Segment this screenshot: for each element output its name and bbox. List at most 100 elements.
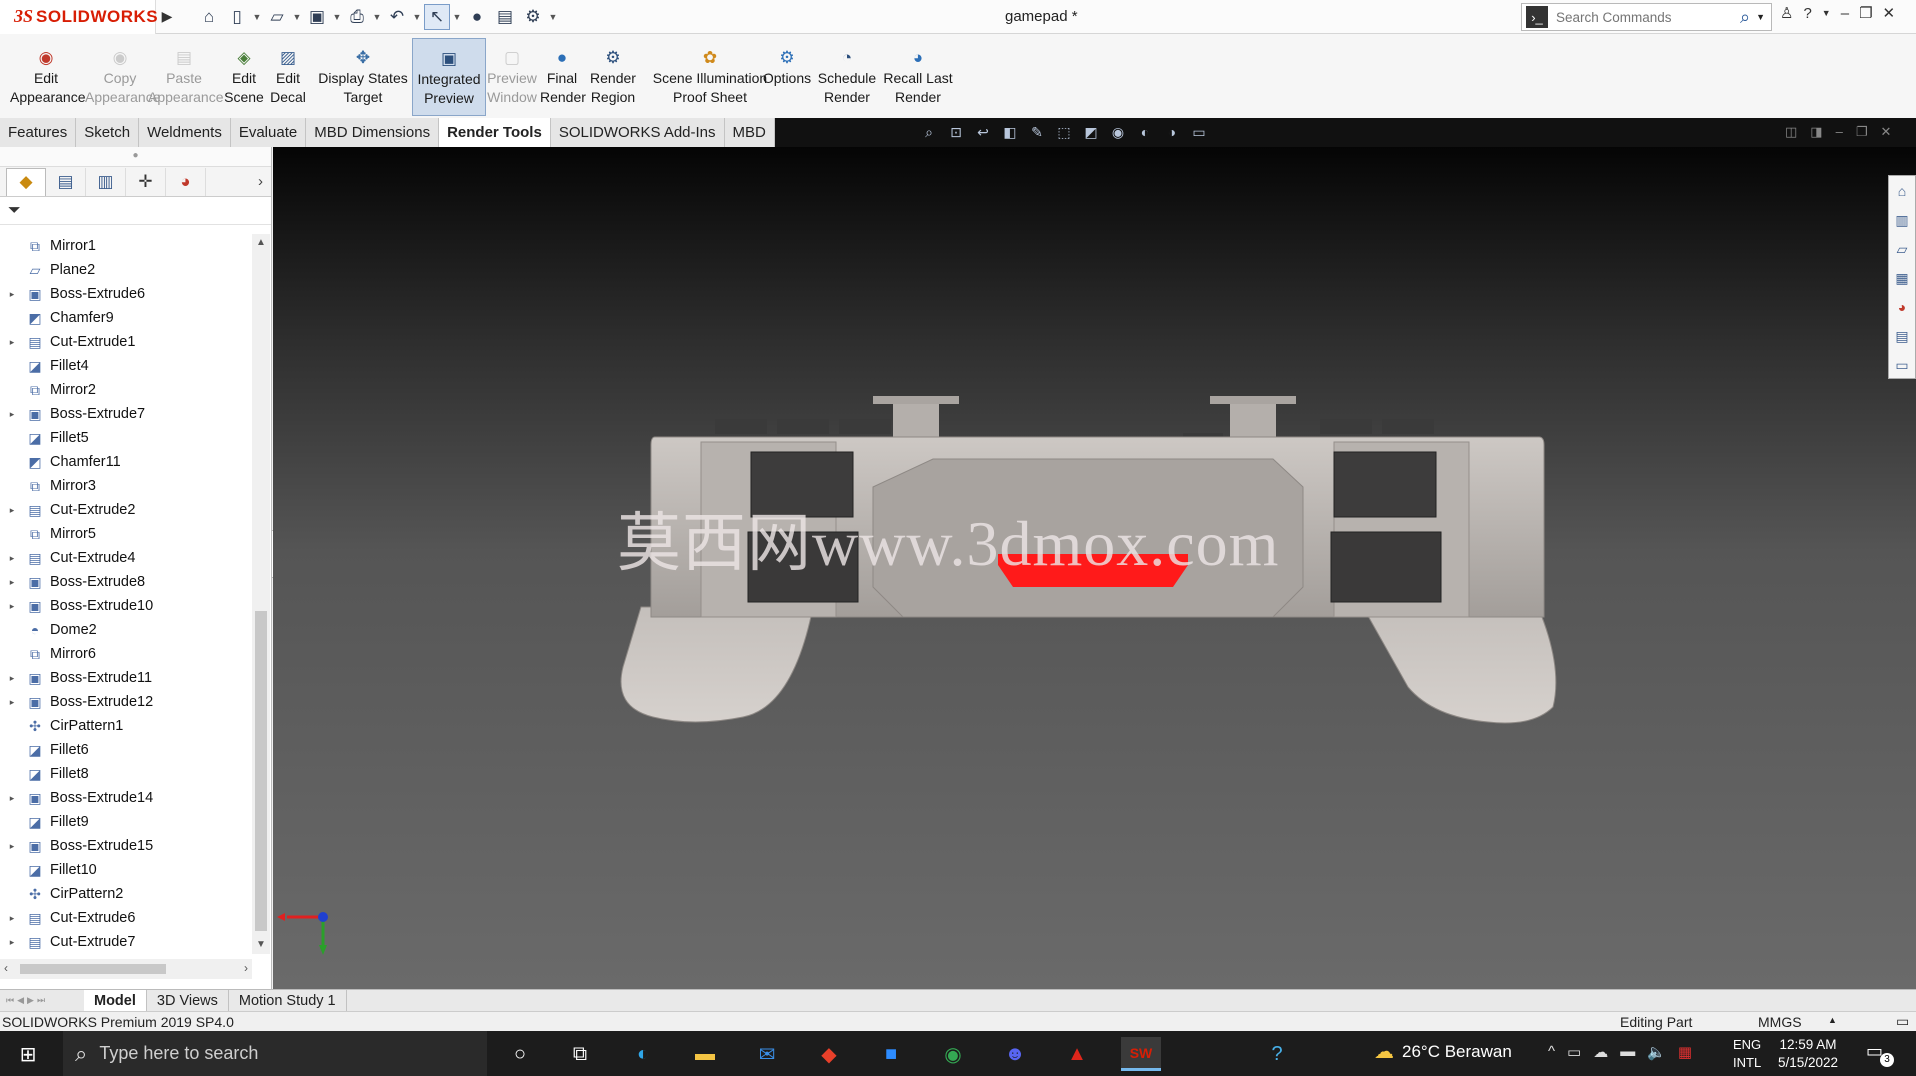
- tree-item[interactable]: ◪ Fillet10: [0, 858, 252, 882]
- windows-start-icon[interactable]: ⊞: [10, 1039, 46, 1069]
- render-region-button[interactable]: ⚙ Render Region: [588, 48, 638, 107]
- dimxpert-manager-tab-icon[interactable]: ✛: [126, 167, 166, 196]
- options-gear-icon[interactable]: ⚙: [520, 4, 546, 30]
- tree-item[interactable]: ◪ Fillet8: [0, 762, 252, 786]
- apply-scene-icon[interactable]: ◑: [1161, 121, 1183, 143]
- user-icon[interactable]: ♙: [1780, 4, 1793, 22]
- expand-arrow-icon[interactable]: ▸: [0, 697, 24, 708]
- tree-item[interactable]: ◓ Dome2: [0, 618, 252, 642]
- expand-arrow-icon[interactable]: ▸: [0, 337, 24, 348]
- search-dropdown-icon[interactable]: ▼: [1756, 12, 1765, 22]
- tab-weldments[interactable]: Weldments: [139, 118, 231, 147]
- taskbar-search-box[interactable]: ⌕ Type here to search: [63, 1031, 487, 1076]
- tree-vertical-scrollbar[interactable]: ▲ ▼: [252, 234, 270, 954]
- rebuild-icon[interactable]: ●: [464, 4, 490, 30]
- viewport-tile-icon[interactable]: ◨: [1810, 124, 1822, 140]
- tree-hscroll-thumb[interactable]: [20, 964, 166, 974]
- save-icon[interactable]: ▣: [304, 4, 330, 30]
- appearances-scenes-icon[interactable]: ◕: [1891, 296, 1913, 318]
- tree-item[interactable]: ▸ ▣ Boss-Extrude12: [0, 690, 252, 714]
- tree-item[interactable]: ▸ ▤ Cut-Extrude4: [0, 546, 252, 570]
- expand-arrow-icon[interactable]: ▸: [0, 793, 24, 804]
- onedrive-cloud-icon[interactable]: ☁: [1593, 1043, 1608, 1061]
- select-dropdown-icon[interactable]: ▼: [452, 12, 462, 22]
- edge-icon[interactable]: ◐: [623, 1037, 663, 1071]
- options-button[interactable]: ⚙ Options: [758, 48, 816, 88]
- expand-arrow-icon[interactable]: ▸: [0, 553, 24, 564]
- tree-item[interactable]: ✣ CirPattern1: [0, 714, 252, 738]
- appearance-button[interactable]: ◉ Edit Appearance: [10, 48, 86, 107]
- scroll-right-icon[interactable]: ›: [244, 961, 248, 975]
- display-manager-tab-icon[interactable]: ◕: [166, 167, 206, 196]
- discord-icon[interactable]: ☻: [995, 1037, 1035, 1071]
- expand-arrow-icon[interactable]: ▸: [0, 289, 24, 300]
- custom-properties-icon[interactable]: ▤: [1891, 325, 1913, 347]
- tree-item[interactable]: ▸ ▤ Cut-Extrude6: [0, 906, 252, 930]
- help-question-icon[interactable]: ?: [1803, 5, 1811, 22]
- prev-tab-arrow-icon[interactable]: ◀: [17, 995, 24, 1006]
- print-icon[interactable]: ⎙: [344, 4, 370, 30]
- resources-home-icon[interactable]: ⌂: [1891, 180, 1913, 202]
- unit-system[interactable]: MMGS: [1758, 1014, 1802, 1030]
- tree-horizontal-scrollbar[interactable]: ‹ ›: [0, 959, 252, 979]
- select-pointer-icon[interactable]: ↖: [424, 3, 450, 30]
- tree-item[interactable]: ▸ ▣ Boss-Extrude7: [0, 402, 252, 426]
- tree-item[interactable]: ▸ ▤ Cut-Extrude2: [0, 498, 252, 522]
- expand-arrow-icon[interactable]: ▸: [0, 601, 24, 612]
- tree-item[interactable]: ⧉ Mirror3: [0, 474, 252, 498]
- zoom-to-fit-icon[interactable]: ⌕: [918, 121, 940, 143]
- status-chat-icon[interactable]: ▭: [1896, 1013, 1909, 1030]
- bottom-tab-3d-views[interactable]: 3D Views: [147, 989, 229, 1012]
- tree-item[interactable]: ▸ ▣ Boss-Extrude14: [0, 786, 252, 810]
- tree-item[interactable]: ◪ Fillet9: [0, 810, 252, 834]
- design-library-icon[interactable]: ▥: [1891, 209, 1913, 231]
- panel-split-handle[interactable]: ●: [0, 147, 271, 167]
- tab-mbd[interactable]: MBD: [724, 118, 775, 147]
- open-dropdown-icon[interactable]: ▼: [292, 12, 302, 22]
- help-icon[interactable]: ?: [1257, 1037, 1297, 1071]
- tree-item[interactable]: ◪ Fillet5: [0, 426, 252, 450]
- open-folder-icon[interactable]: ▱: [264, 4, 290, 30]
- expand-arrow-icon[interactable]: ▸: [0, 841, 24, 852]
- tab-sketch[interactable]: Sketch: [76, 118, 140, 147]
- solidworks-taskbar-icon[interactable]: SW: [1121, 1037, 1161, 1071]
- filter-bar[interactable]: ⏷: [0, 197, 271, 225]
- expand-arrow-icon[interactable]: ▸: [0, 505, 24, 516]
- app-red-diamond-icon[interactable]: ◆: [809, 1037, 849, 1071]
- file-explorer-icon[interactable]: ▬: [685, 1037, 725, 1071]
- tree-item[interactable]: ◩ Chamfer9: [0, 306, 252, 330]
- options-dropdown-icon[interactable]: ▼: [548, 12, 558, 22]
- scroll-up-icon[interactable]: ▲: [252, 234, 270, 252]
- tab-features[interactable]: Features: [0, 118, 77, 147]
- viewport-minimize-icon[interactable]: –: [1836, 124, 1843, 140]
- tree-item[interactable]: ✣ CirPattern2: [0, 882, 252, 906]
- graphics-viewport[interactable]: 莫西网www.3dmox.com ⌂ ▥ ▱ ▦ ◕ ▤ ▭: [273, 147, 1916, 989]
- configuration-manager-tab-icon[interactable]: ▥: [86, 167, 126, 196]
- tree-item[interactable]: ⧉ Mirror2: [0, 378, 252, 402]
- undo-dropdown-icon[interactable]: ▼: [412, 12, 422, 22]
- schedule-render-button[interactable]: ◔ Schedule Render: [815, 48, 879, 107]
- volume-icon[interactable]: 🔈: [1647, 1043, 1666, 1061]
- search-icon[interactable]: ⌕: [1740, 7, 1750, 28]
- tree-item[interactable]: ◩ Chamfer11: [0, 450, 252, 474]
- language-indicator[interactable]: ENG INTL: [1733, 1036, 1761, 1072]
- first-tab-arrow-icon[interactable]: ⏮: [6, 995, 14, 1006]
- tree-item[interactable]: ▸ ▣ Boss-Extrude15: [0, 834, 252, 858]
- final-render-button[interactable]: ● Final Render: [540, 48, 586, 107]
- edit-appearance-view-icon[interactable]: ◐: [1134, 121, 1156, 143]
- section-view-icon[interactable]: ◧: [999, 121, 1021, 143]
- file-explorer-pane-icon[interactable]: ▱: [1891, 238, 1913, 260]
- minimize-icon[interactable]: –: [1841, 5, 1849, 22]
- forum-icon[interactable]: ▭: [1891, 354, 1913, 376]
- file-properties-icon[interactable]: ▤: [492, 4, 518, 30]
- new-dropdown-icon[interactable]: ▼: [252, 12, 262, 22]
- zoom-icon[interactable]: ■: [871, 1037, 911, 1071]
- chrome-icon[interactable]: ◉: [933, 1037, 973, 1071]
- undo-icon[interactable]: ↶: [384, 4, 410, 30]
- home-icon[interactable]: ⌂: [196, 4, 222, 30]
- zoom-to-area-icon[interactable]: ⊡: [945, 121, 967, 143]
- acrobat-icon[interactable]: ▲: [1057, 1037, 1097, 1071]
- last-tab-arrow-icon[interactable]: ⏭: [37, 995, 45, 1006]
- tree-item[interactable]: ▸ ▣ Boss-Extrude8: [0, 570, 252, 594]
- viewport-close-icon[interactable]: ✕: [1880, 124, 1891, 140]
